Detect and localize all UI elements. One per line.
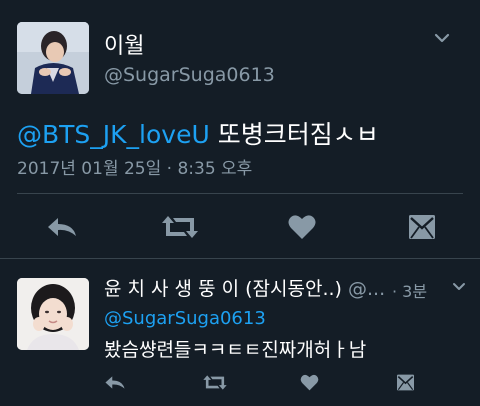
retweet-icon[interactable]: [202, 374, 228, 391]
direct-message-icon[interactable]: [396, 374, 415, 391]
reply-icon[interactable]: [46, 216, 78, 238]
user-handle: @...: [348, 278, 386, 300]
direct-message-icon[interactable]: [408, 214, 436, 240]
tweet-text: 봤슴썅련들ㅋㅋㅌㅌ진짜개허ㅏ남: [104, 339, 367, 361]
tweet-body-text: 또병크터짐ㅅㅂ: [209, 120, 379, 149]
mention-link[interactable]: @BTS_JK_loveU: [17, 120, 210, 149]
like-icon[interactable]: [288, 214, 316, 240]
like-icon[interactable]: [300, 374, 319, 391]
mention-link[interactable]: @SugarSuga0613: [104, 308, 266, 329]
avatar-image: [17, 22, 89, 94]
display-name[interactable]: 윤 치 사 생 뚱 이 (잠시동안..) @...: [104, 274, 386, 301]
reply-icon[interactable]: [104, 375, 126, 390]
display-name[interactable]: 이월: [104, 28, 144, 60]
avatar[interactable]: [17, 278, 89, 350]
chevron-down-icon[interactable]: [452, 282, 466, 292]
reply-display-name: 윤 치 사 생 뚱 이 (잠시동안..): [104, 278, 342, 300]
avatar[interactable]: [17, 22, 89, 94]
avatar-image: [17, 278, 89, 350]
chevron-down-icon[interactable]: [434, 32, 450, 44]
tweet-detail-screen: 이월 @SugarSuga0613 @BTS_JK_loveU 또병크터짐ㅅㅂ …: [0, 0, 480, 406]
tweet-time-ago: · 3분: [392, 282, 428, 301]
divider: [17, 193, 463, 194]
user-handle[interactable]: @SugarSuga0613: [104, 64, 275, 86]
divider: [0, 258, 480, 259]
tweet-timestamp: 2017년 01월 25일 · 8:35 오후: [17, 159, 253, 179]
tweet-text: @BTS_JK_loveU 또병크터짐ㅅㅂ: [17, 115, 379, 151]
retweet-icon[interactable]: [160, 214, 200, 240]
